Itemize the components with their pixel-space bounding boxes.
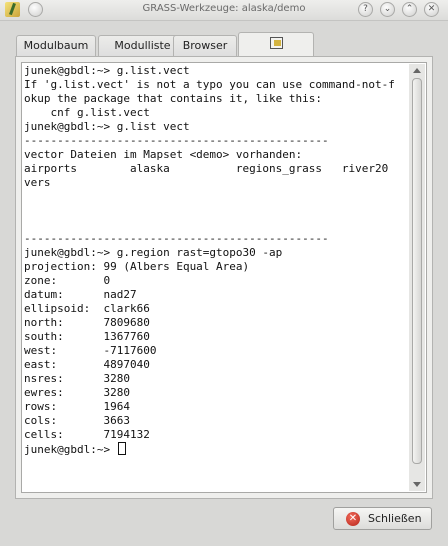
command-output-console[interactable]: junek@gbdl:~> g.list.vect If 'g.list.vec… [21,62,427,493]
schliessen-button[interactable]: ✕ Schließen [333,507,432,530]
tab-browser[interactable]: Browser [173,35,237,56]
console-line: ----------------------------------------… [24,134,329,147]
console-line: junek@gbdl:~> g.region rast=gtopo30 -ap [24,246,283,259]
console-line: nsres: 3280 [24,372,130,385]
console-line: vector Dateien im Mapset <demo> vorhande… [24,148,303,161]
window-titlebar: GRASS-Werkzeuge: alaska/demo ? ⌄ ⌃ ✕ [0,0,448,21]
console-line: airports alaska regions_grass river20 [24,162,389,175]
console-line: north: 7809680 [24,316,150,329]
console-line: ellipsoid: clark66 [24,302,150,315]
console-line: rows: 1964 [24,400,130,413]
console-line: vers [24,176,51,189]
console-line: datum: nad27 [24,288,137,301]
command-console-icon [269,37,283,49]
console-line: junek@gbdl:~> g.list vect [24,120,190,133]
scroll-thumb[interactable] [412,78,422,464]
console-line: cnf g.list.vect [24,106,150,119]
maximize-button[interactable]: ⌃ [402,2,417,17]
console-line: ewres: 3280 [24,386,130,399]
console-line: cells: 7194132 [24,428,150,441]
console-scrollbar[interactable] [409,64,425,491]
console-output: junek@gbdl:~> g.list.vect If 'g.list.vec… [24,64,395,457]
scroll-up-icon[interactable] [413,68,421,73]
console-line: east: 4897040 [24,358,150,371]
console-lines: junek@gbdl:~> g.list.vect If 'g.list.vec… [24,64,395,441]
console-line: If 'g.list.vect' is not a typo you can u… [24,78,395,91]
window-close-button[interactable]: ✕ [424,2,439,17]
console-line: junek@gbdl:~> g.list.vect [24,64,190,77]
close-icon: ✕ [346,512,360,526]
minimize-button[interactable]: ⌄ [380,2,395,17]
console-line: zone: 0 [24,274,111,287]
tab-modulbaum[interactable]: Modulbaum [16,35,96,56]
help-button[interactable]: ? [358,2,373,17]
scroll-down-icon[interactable] [413,482,421,487]
console-line: projection: 99 (Albers Equal Area) [24,260,250,273]
console-line: cols: 3663 [24,414,130,427]
tab-command-console[interactable] [238,32,314,57]
console-prompt: junek@gbdl:~> [24,443,117,456]
console-line: ----------------------------------------… [24,232,329,245]
console-panel: junek@gbdl:~> g.list.vect If 'g.list.vec… [15,56,433,499]
text-cursor [117,442,126,455]
console-line: okup the package that contains it, like … [24,92,323,105]
console-line: south: 1367760 [24,330,150,343]
console-line: west: -7117600 [24,344,157,357]
schliessen-label: Schließen [368,512,422,525]
